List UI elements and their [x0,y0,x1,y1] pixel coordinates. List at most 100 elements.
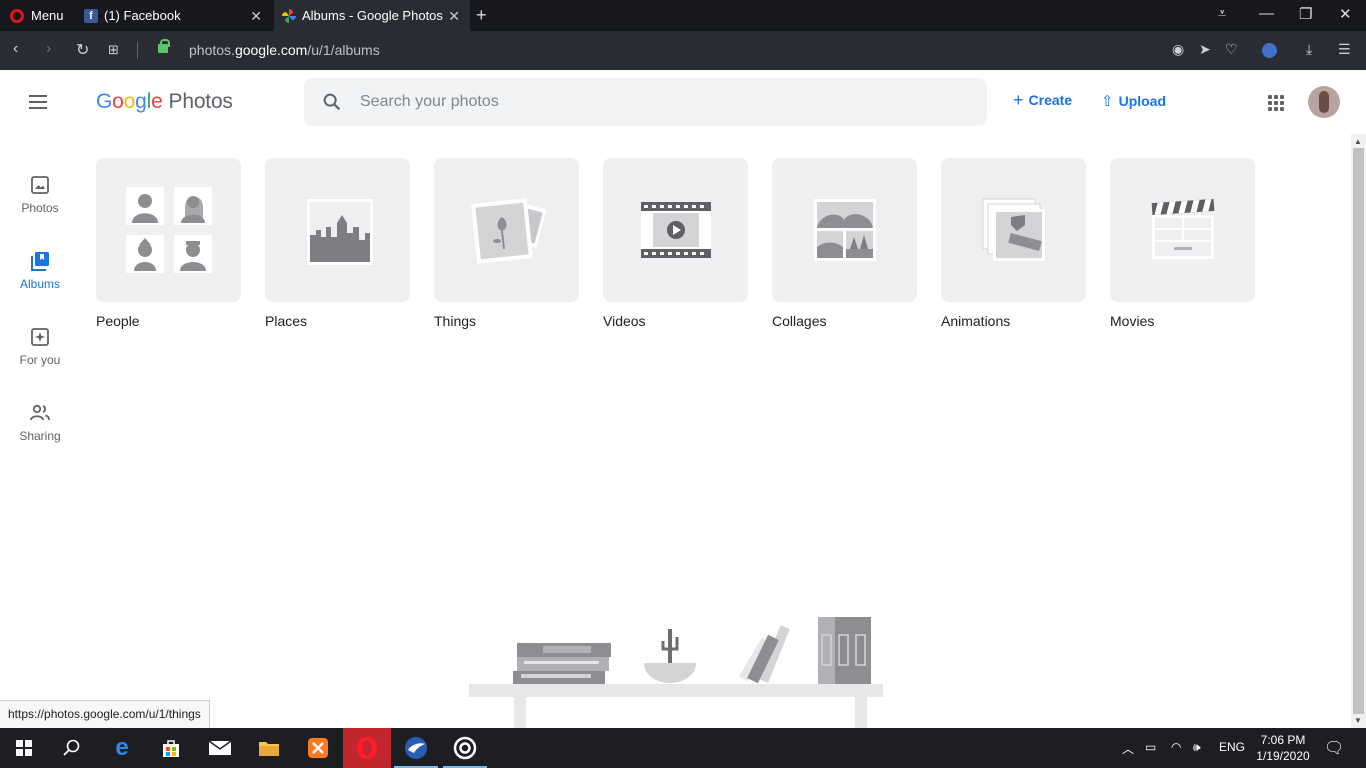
sidebar-item-sharing[interactable]: Sharing [0,403,80,443]
back-icon[interactable]: ‹ [13,40,18,58]
album-card-things[interactable]: Things [434,158,579,329]
sidebar-item-albums[interactable]: Albums [0,251,80,291]
search-taskbar-button[interactable] [48,728,96,768]
clock-date: 1/19/2020 [1256,749,1310,763]
sidebar-item-label: Photos [21,201,59,215]
album-thumbnail[interactable] [434,158,579,302]
vpn-icon[interactable] [1262,43,1277,58]
photo-icon [31,176,49,194]
opera-icon [357,737,377,759]
clock[interactable]: 7:06 PM 1/19/2020 [1253,732,1313,764]
album-thumbnail[interactable] [603,158,748,302]
volume-icon[interactable]: 🕪 [1193,740,1201,755]
close-icon[interactable]: ✕ [250,8,262,25]
tab-menu-icon[interactable]: ⩡ [1218,5,1226,22]
opera-menu-button[interactable]: Menu [0,0,74,31]
heart-icon[interactable]: ♡ [1225,41,1238,58]
avatar[interactable] [1308,86,1340,118]
opera-logo-icon [10,8,24,23]
movies-illustration-icon [1151,198,1214,259]
store-icon [163,740,179,757]
taskbar-xampp[interactable] [294,728,342,768]
people-illustration-icon [125,187,212,273]
forward-icon[interactable]: › [46,40,51,58]
sidebar-item-for-you[interactable]: For you [0,327,80,367]
speed-dial-icon[interactable]: ⊞ [108,42,119,58]
album-label[interactable]: Movies [1110,313,1255,329]
language-indicator[interactable]: ENG [1219,740,1245,754]
show-hidden-icons-icon[interactable]: ︿ [1122,740,1134,757]
facebook-icon: f [84,8,98,23]
taskbar-edge[interactable]: e [98,728,146,768]
close-window-icon[interactable]: ✕ [1339,5,1352,23]
album-label[interactable]: Videos [603,313,748,329]
album-card-collages[interactable]: Collages [772,158,917,329]
logo-photos: Photos [168,90,233,113]
search-input[interactable] [360,90,960,114]
album-card-animations[interactable]: Animations [941,158,1086,329]
album-thumbnail[interactable] [941,158,1086,302]
tab-label: Albums - Google Photos [302,8,443,23]
album-thumbnail[interactable] [772,158,917,302]
search-icon [63,739,80,756]
collages-illustration-icon [813,199,876,261]
upload-button[interactable]: ⇧ Upload [1101,92,1166,110]
minimize-icon[interactable]: — [1259,5,1274,22]
album-label[interactable]: Animations [941,313,1086,329]
google-photos-pinwheel-icon [282,8,296,23]
reload-icon[interactable]: ↻ [76,40,89,60]
start-button[interactable] [0,728,48,768]
scroll-up-icon[interactable]: ▲ [1354,137,1362,146]
logo-google: Google [96,90,163,113]
taskbar-opera[interactable] [343,728,391,768]
album-label[interactable]: Places [265,313,410,329]
taskbar-store[interactable] [147,728,195,768]
shelf-illustration [469,617,883,728]
camera-icon[interactable]: ◉ [1172,41,1184,58]
google-photos-logo[interactable]: Google Photos [96,90,233,114]
album-card-people[interactable]: People [96,158,241,329]
album-thumbnail[interactable] [1110,158,1255,302]
album-card-videos[interactable]: Videos [603,158,748,329]
album-thumbnail[interactable] [265,158,410,302]
battery-icon[interactable]: ▭ [1145,740,1156,754]
album-label[interactable]: Things [434,313,579,329]
plus-icon: + [1013,90,1024,110]
album-label[interactable]: Collages [772,313,917,329]
taskbar-file-explorer[interactable] [245,728,293,768]
album-card-places[interactable]: Places [265,158,410,329]
tab-facebook[interactable]: f (1) Facebook ✕ [76,0,272,31]
taskbar-app-ring[interactable] [441,728,489,768]
xampp-icon [308,738,328,758]
download-icon[interactable]: ⤓ [1306,41,1312,58]
url-field[interactable]: photos.google.com/u/1/albums [189,42,380,58]
taskbar-mail[interactable] [196,728,244,768]
google-apps-icon[interactable] [1268,95,1284,111]
close-icon[interactable]: ✕ [448,8,460,25]
animations-illustration-icon [982,198,1045,261]
album-thumbnail[interactable] [96,158,241,302]
send-icon[interactable]: ➤ [1199,41,1211,58]
search-box[interactable] [304,78,987,126]
status-url: https://photos.google.com/u/1/things [0,700,210,728]
search-icon[interactable] [321,91,343,113]
restore-icon[interactable]: ❐ [1299,5,1312,23]
scrollbar-thumb[interactable] [1353,148,1364,714]
main-menu-icon[interactable] [29,95,47,109]
notifications-icon[interactable]: 🗨 [1324,738,1344,758]
scroll-down-icon[interactable]: ▼ [1354,716,1362,725]
places-illustration-icon [306,199,373,265]
easy-setup-icon[interactable]: ☰ [1338,41,1351,58]
vertical-scrollbar[interactable]: ▲ ▼ [1351,134,1366,728]
new-tab-icon[interactable]: + [476,5,487,26]
album-card-movies[interactable]: Movies [1110,158,1255,329]
albums-icon [31,252,49,271]
album-label[interactable]: People [96,313,241,329]
sidebar-item-label: For you [19,353,61,367]
tab-google-photos[interactable]: Albums - Google Photos ✕ [274,0,470,31]
taskbar-app-bird[interactable] [392,728,440,768]
sidebar-item-photos[interactable]: Photos [0,175,80,215]
create-button[interactable]: + Create [1013,90,1072,110]
wifi-icon[interactable]: ◠ [1171,740,1181,754]
for-you-icon [31,328,49,346]
